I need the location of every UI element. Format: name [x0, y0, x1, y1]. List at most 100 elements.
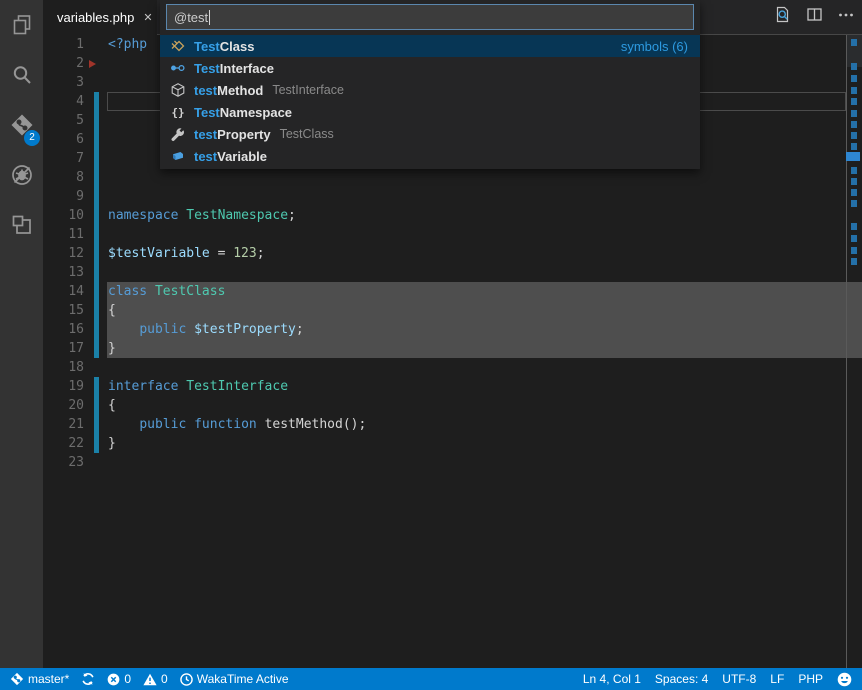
line-number[interactable]: 10: [43, 206, 84, 225]
code-line-22[interactable]: 22}: [43, 434, 862, 453]
code-text: {: [108, 396, 116, 415]
line-number[interactable]: 5: [43, 111, 84, 130]
code-line-17[interactable]: 17}: [43, 339, 862, 358]
quick-open-widget: @test TestClasssymbols (6)TestInterfacet…: [160, 0, 700, 169]
overview-modified-mark: [851, 258, 857, 265]
line-number[interactable]: 20: [43, 396, 84, 415]
line-number[interactable]: 22: [43, 434, 84, 453]
code-text: <?php: [108, 35, 147, 54]
overview-modified-mark: [851, 75, 857, 82]
status-label: Spaces: 4: [655, 672, 708, 686]
status-git-branch[interactable]: master*: [10, 668, 69, 690]
line-number[interactable]: 16: [43, 320, 84, 339]
activity-bar-item-search[interactable]: [0, 50, 43, 100]
symbol-result-testProperty[interactable]: testPropertyTestClass: [160, 123, 700, 145]
symbol-result-TestInterface[interactable]: TestInterface: [160, 57, 700, 79]
more-actions-button[interactable]: [838, 7, 854, 28]
code-line-12[interactable]: 12 $testVariable = 123;: [43, 244, 862, 263]
line-number[interactable]: 15: [43, 301, 84, 320]
status-label: 0: [161, 672, 168, 686]
status-label: UTF-8: [722, 672, 756, 686]
vscode-window: 2 variables.php ✕ 1<?php2345678910namesp…: [0, 0, 862, 690]
code-line-13[interactable]: 13: [43, 263, 862, 282]
tab-variables-php[interactable]: variables.php ✕: [43, 0, 157, 35]
code-line-19[interactable]: 19 interface TestInterface: [43, 377, 862, 396]
status-spaces-4[interactable]: Spaces: 4: [655, 668, 708, 690]
status-smiley[interactable]: [837, 668, 852, 690]
code-text: public $testProperty;: [108, 320, 304, 339]
line-number[interactable]: 21: [43, 415, 84, 434]
activity-bar: 2: [0, 0, 43, 668]
code-line-11[interactable]: 11: [43, 225, 862, 244]
status-php[interactable]: PHP: [798, 668, 823, 690]
code-line-9[interactable]: 9: [43, 187, 862, 206]
status-ln-4-col-1[interactable]: Ln 4, Col 1: [583, 668, 641, 690]
code-line-15[interactable]: 15 {: [43, 301, 862, 320]
line-number[interactable]: 18: [43, 358, 84, 377]
code-line-8[interactable]: 8: [43, 168, 862, 187]
overview-modified-mark: [851, 200, 857, 207]
split-editor-button[interactable]: [806, 6, 823, 28]
line-number[interactable]: 3: [43, 73, 84, 92]
overview-modified-mark: [851, 98, 857, 105]
extensions-icon: [10, 213, 34, 237]
debug-icon: [10, 163, 34, 187]
code-text: namespace TestNamespace;: [108, 206, 296, 225]
status-error[interactable]: 0: [107, 668, 131, 690]
code-text: {: [108, 301, 116, 320]
code-line-14[interactable]: 14class TestClass: [43, 282, 862, 301]
status-clock[interactable]: WakaTime Active: [180, 668, 289, 690]
activity-bar-item-debug[interactable]: [0, 150, 43, 200]
line-number[interactable]: 8: [43, 168, 84, 187]
split-editor-icon: [806, 6, 823, 28]
status-bar: master* 0 0 WakaTime Active Ln 4, Col 1 Spac…: [0, 668, 862, 690]
code-text: interface TestInterface: [108, 377, 288, 396]
overview-modified-mark: [851, 247, 857, 254]
method-icon: [170, 82, 186, 98]
search-query-text: @test: [174, 10, 208, 25]
line-number[interactable]: 2: [43, 54, 84, 73]
line-number[interactable]: 19: [43, 377, 84, 396]
overview-modified-mark: [851, 87, 857, 94]
tab-close-icon[interactable]: ✕: [143, 11, 152, 24]
code-line-18[interactable]: 18: [43, 358, 862, 377]
status-utf-8[interactable]: UTF-8: [722, 668, 756, 690]
status-sync[interactable]: [81, 668, 95, 690]
activity-bar-item-explorer[interactable]: [0, 0, 43, 50]
symbol-name: testVariable: [194, 149, 267, 164]
code-line-23[interactable]: 23: [43, 453, 862, 472]
symbol-search-input[interactable]: @test: [166, 4, 694, 30]
line-number[interactable]: 12: [43, 244, 84, 263]
overview-modified-mark: [851, 189, 857, 196]
symbol-result-TestNamespace[interactable]: {}TestNamespace: [160, 101, 700, 123]
symbol-result-TestClass[interactable]: TestClasssymbols (6): [160, 35, 700, 57]
code-line-10[interactable]: 10 namespace TestNamespace;: [43, 206, 862, 225]
quick-open-input-wrap: @test: [160, 0, 700, 35]
find-button[interactable]: [774, 6, 791, 28]
code-line-21[interactable]: 21 public function testMethod();: [43, 415, 862, 434]
find-icon: [774, 6, 791, 28]
line-number[interactable]: 23: [43, 453, 84, 472]
code-text: public function testMethod();: [108, 415, 366, 434]
symbol-result-testMethod[interactable]: testMethodTestInterface: [160, 79, 700, 101]
line-number[interactable]: 6: [43, 130, 84, 149]
line-number[interactable]: 9: [43, 187, 84, 206]
line-number[interactable]: 7: [43, 149, 84, 168]
status-lf[interactable]: LF: [770, 668, 784, 690]
activity-bar-item-extensions[interactable]: [0, 200, 43, 250]
line-number[interactable]: 4: [43, 92, 84, 111]
line-number[interactable]: 11: [43, 225, 84, 244]
activity-bar-item-source-control[interactable]: 2: [0, 100, 43, 150]
line-number[interactable]: 13: [43, 263, 84, 282]
class-icon: [170, 38, 186, 54]
symbol-result-testVariable[interactable]: testVariable: [160, 145, 700, 167]
line-number[interactable]: 17: [43, 339, 84, 358]
code-text: $testVariable = 123;: [108, 244, 265, 263]
code-line-16[interactable]: 16 public $testProperty;: [43, 320, 862, 339]
symbol-container-name: TestClass: [280, 127, 334, 141]
line-number[interactable]: 14: [43, 282, 84, 301]
line-number[interactable]: 1: [43, 35, 84, 54]
status-warning[interactable]: 0: [143, 668, 168, 690]
code-line-20[interactable]: 20 {: [43, 396, 862, 415]
overview-modified-mark: [851, 143, 857, 150]
